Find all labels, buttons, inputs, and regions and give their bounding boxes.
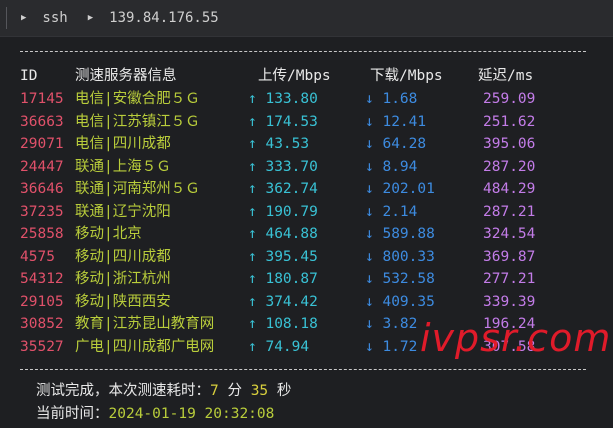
- row-download: ↓ 1.68: [365, 91, 418, 107]
- row-upload: ↑ 180.87: [248, 271, 318, 287]
- summary-seconds: 35: [250, 383, 269, 399]
- row-id: 36646: [20, 181, 64, 197]
- summary-prefix: 测试完成，本次测速耗时：: [36, 383, 210, 399]
- row-node: 移动|陕西西安: [75, 293, 171, 310]
- table-header: ID 测速服务器信息 上传/Mbps 下载/Mbps 延迟/ms: [0, 65, 613, 87]
- table-row: 37235 联通|辽宁沈阳 ↑ 190.79 ↓ 2.14 287.21: [0, 201, 613, 223]
- table-row: 17145 电信|安徽合肥５Ｇ ↑ 133.80 ↓ 1.68 259.09: [0, 88, 613, 110]
- row-upload: ↑ 362.74: [248, 181, 318, 197]
- row-upload: ↑ 333.70: [248, 158, 318, 175]
- row-id: 4575: [20, 248, 55, 265]
- row-download: ↓ 532.58: [365, 271, 435, 287]
- row-upload: ↑ 174.53: [248, 113, 318, 130]
- row-id: 29105: [20, 293, 64, 310]
- row-node: 联通|上海５Ｇ: [75, 158, 171, 175]
- row-upload: ↑ 133.80: [248, 91, 318, 107]
- row-node: 移动|浙江杭州: [75, 271, 171, 287]
- row-id: 37235: [20, 203, 64, 220]
- row-download: ↓ 64.28: [365, 136, 427, 152]
- row-latency: 324.54: [483, 226, 536, 242]
- row-download: ↓ 202.01: [365, 181, 435, 197]
- table-row: 29105 移动|陕西西安 ↑ 374.42 ↓ 409.35 339.39: [0, 291, 613, 313]
- row-node: 电信|四川成都: [75, 136, 171, 152]
- row-upload: ↑ 374.42: [248, 293, 318, 310]
- row-id: 36663: [20, 113, 64, 130]
- summary-sec-unit: 秒: [268, 383, 292, 399]
- row-download: ↓ 409.35: [365, 293, 435, 310]
- row-node: 联通|辽宁沈阳: [75, 203, 171, 220]
- row-latency: 251.62: [483, 113, 536, 130]
- row-id: 35527: [20, 338, 64, 355]
- row-upload: ↑ 464.88: [248, 226, 318, 242]
- header-id: ID: [20, 68, 38, 84]
- tab-separator: [6, 7, 7, 29]
- table-row: 36646 联通|河南郑州５Ｇ ↑ 362.74 ↓ 202.01 484.29: [0, 178, 613, 200]
- divider-bottom: [20, 369, 586, 371]
- row-id: 24447: [20, 158, 64, 175]
- table-row: 25858 移动|北京 ↑ 464.88 ↓ 589.88 324.54: [0, 223, 613, 245]
- host-address: 139.84.176.55: [109, 10, 219, 26]
- row-node: 联通|河南郑州５Ｇ: [75, 181, 200, 197]
- row-latency: 369.87: [483, 248, 536, 265]
- row-id: 29071: [20, 136, 64, 152]
- time-label: 当前时间：: [36, 406, 109, 422]
- row-node: 移动|北京: [75, 226, 142, 242]
- table-row: 36663 电信|江苏镇江５Ｇ ↑ 174.53 ↓ 12.41 251.62: [0, 111, 613, 133]
- row-latency: 395.06: [483, 136, 536, 152]
- summary-duration: 测试完成，本次测速耗时：7 分 35 秒: [36, 380, 291, 402]
- summary-min-unit: 分: [218, 383, 251, 399]
- row-download: ↓ 589.88: [365, 226, 435, 242]
- row-upload: ↑ 190.79: [248, 203, 318, 220]
- row-latency: 484.29: [483, 181, 536, 197]
- row-latency: 287.20: [483, 158, 536, 175]
- row-upload: ↑ 43.53: [248, 136, 310, 152]
- table-row: 54312 移动|浙江杭州 ↑ 180.87 ↓ 532.58 277.21: [0, 268, 613, 290]
- divider-top: [20, 51, 586, 53]
- row-upload: ↑ 108.18: [248, 316, 318, 332]
- session-label: ssh: [42, 10, 68, 26]
- row-id: 25858: [20, 226, 64, 242]
- row-latency: 339.39: [483, 293, 536, 310]
- row-node: 电信|安徽合肥５Ｇ: [75, 91, 200, 107]
- summary-minutes: 7: [210, 383, 219, 399]
- header-upload: 上传/Mbps: [258, 68, 331, 84]
- row-download: ↓ 3.82: [365, 316, 418, 332]
- row-download: ↓ 2.14: [365, 203, 418, 220]
- breadcrumb-session[interactable]: ▶ ssh: [21, 10, 68, 26]
- row-download: ↓ 12.41: [365, 113, 427, 130]
- timestamp: 2024-01-19 20:32:08: [108, 406, 275, 422]
- row-upload: ↑ 395.45: [248, 248, 318, 265]
- row-latency: 277.21: [483, 271, 536, 287]
- header-download: 下载/Mbps: [370, 68, 443, 84]
- row-node: 移动|四川成都: [75, 248, 171, 265]
- row-node: 电信|江苏镇江５Ｇ: [75, 113, 200, 130]
- caret-right-icon: ▶: [87, 13, 94, 23]
- row-id: 17145: [20, 91, 64, 107]
- row-download: ↓ 1.72: [365, 338, 418, 355]
- terminal-tab-bar: ▶ ssh ▶ 139.84.176.55: [0, 0, 613, 37]
- summary-time: 当前时间：2024-01-19 20:32:08: [36, 403, 274, 425]
- watermark-logo: ivpsr.com: [420, 316, 612, 360]
- caret-right-icon: ▶: [21, 13, 27, 23]
- row-id: 30852: [20, 316, 64, 332]
- row-download: ↓ 800.33: [365, 248, 435, 265]
- row-latency: 287.21: [483, 203, 536, 220]
- row-node: 教育|江苏昆山教育网: [75, 316, 215, 332]
- row-download: ↓ 8.94: [365, 158, 418, 175]
- terminal-output[interactable]: ID 测速服务器信息 上传/Mbps 下载/Mbps 延迟/ms 17145 电信…: [0, 36, 613, 428]
- table-row: 29071 电信|四川成都 ↑ 43.53 ↓ 64.28 395.06: [0, 133, 613, 155]
- breadcrumb-host[interactable]: ▶ 139.84.176.55: [88, 10, 219, 26]
- table-row: 4575 移动|四川成都 ↑ 395.45 ↓ 800.33 369.87: [0, 246, 613, 268]
- row-upload: ↑ 74.94: [248, 338, 310, 355]
- row-id: 54312: [20, 271, 64, 287]
- table-row: 24447 联通|上海５Ｇ ↑ 333.70 ↓ 8.94 287.20: [0, 156, 613, 178]
- header-node: 测速服务器信息: [75, 68, 177, 84]
- row-latency: 259.09: [483, 91, 536, 107]
- row-node: 广电|四川成都广电网: [75, 338, 215, 355]
- header-latency: 延迟/ms: [478, 68, 534, 84]
